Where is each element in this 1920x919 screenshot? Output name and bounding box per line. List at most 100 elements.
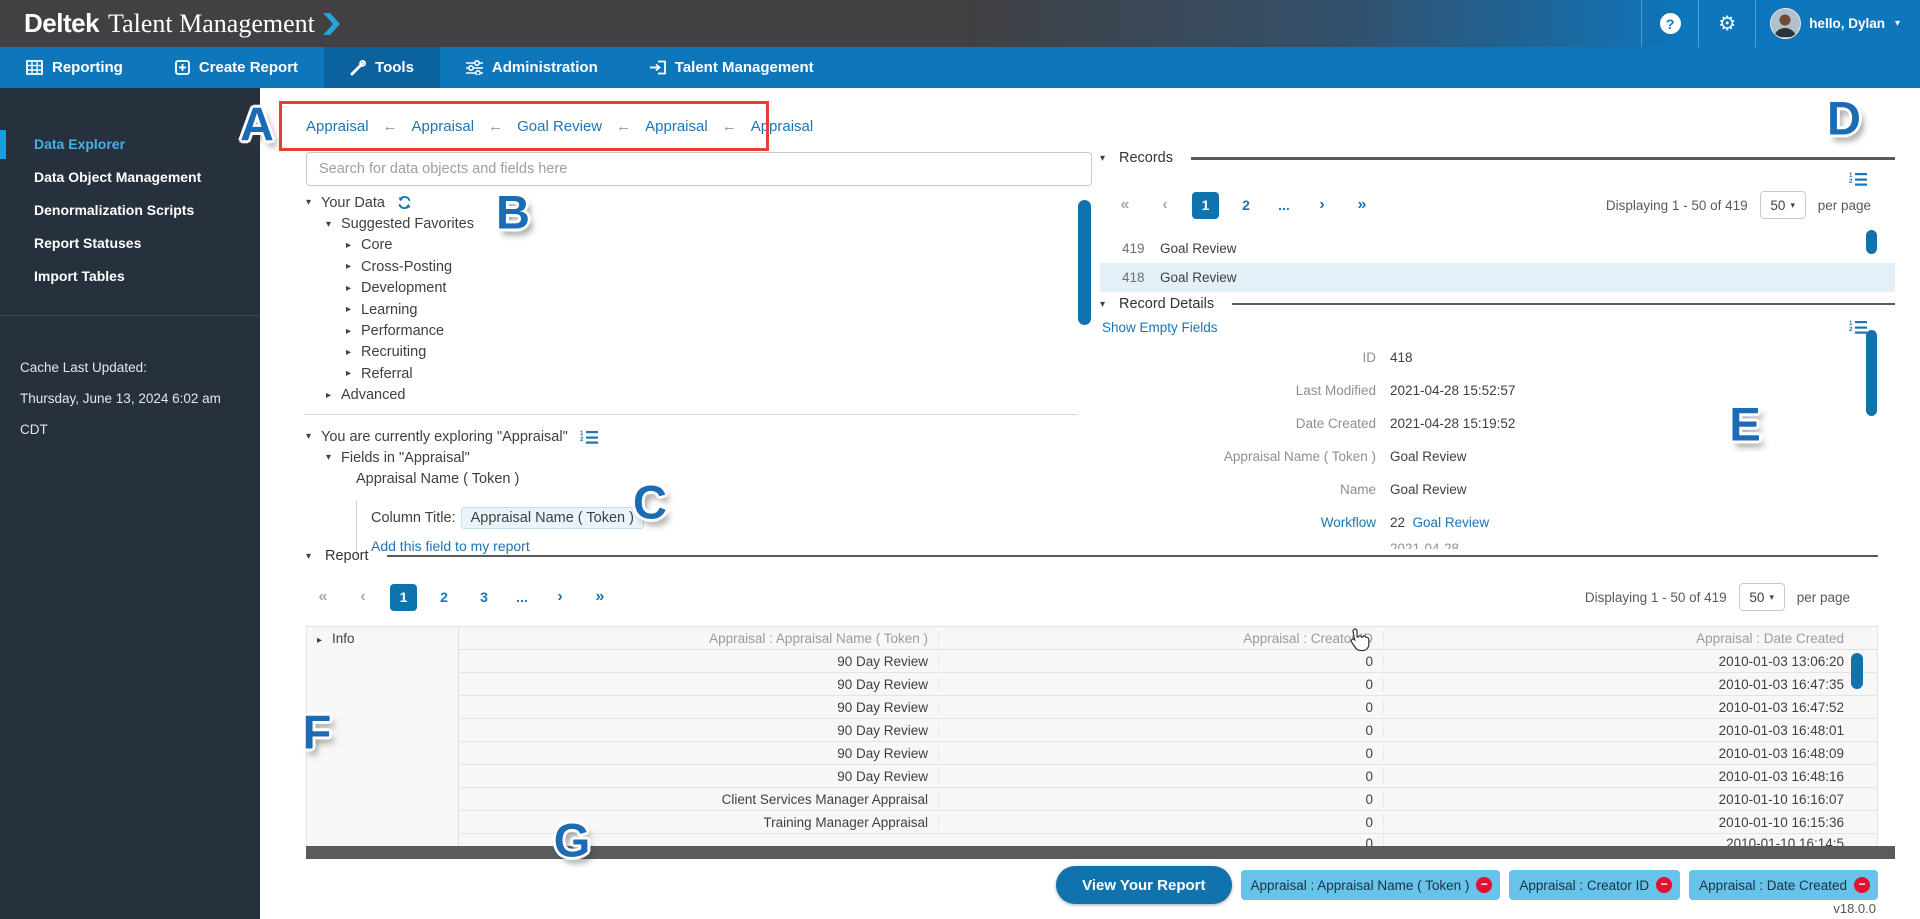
tree-node-performance[interactable]: ▸Performance [306, 320, 474, 341]
pagination-next-icon[interactable]: › [1309, 196, 1335, 214]
column-header[interactable]: Appraisal : Appraisal Name ( Token ) [459, 631, 939, 646]
record-details-header[interactable]: ▾ Record Details [1100, 295, 1895, 313]
tree-node-development[interactable]: ▸Development [306, 278, 474, 299]
pagination-page-current[interactable]: 1 [390, 584, 417, 611]
record-details-fields: ID 418 Last Modified 2021-04-28 15:52:57… [1100, 341, 1895, 549]
cell: 0 [939, 792, 1384, 807]
view-your-report-button[interactable]: View Your Report [1056, 866, 1231, 904]
remove-field-icon[interactable]: − [1854, 877, 1870, 893]
exploring-header[interactable]: ▾ You are currently exploring "Appraisal… [306, 426, 644, 447]
tree-node-suggested-favorites[interactable]: ▾Suggested Favorites [306, 213, 474, 234]
tree-node-recruiting[interactable]: ▸Recruiting [306, 342, 474, 363]
detail-value: Goal Review [1390, 440, 1467, 473]
table-row[interactable]: 90 Day Review02010-01-03 16:48:16 [459, 765, 1877, 788]
cache-label: Cache Last Updated: [20, 352, 240, 383]
table-row[interactable]: 90 Day Review02010-01-03 13:06:20 [459, 650, 1877, 673]
sidebar-item-label: Import Tables [34, 268, 125, 284]
nav-item-create-report[interactable]: Create Report [149, 47, 324, 88]
field-chip[interactable]: Appraisal : Appraisal Name ( Token ) − [1241, 870, 1501, 900]
nav-item-administration[interactable]: Administration [440, 47, 624, 88]
cell: 0 [939, 700, 1384, 715]
column-title-value[interactable]: Appraisal Name ( Token ) [461, 507, 644, 529]
pagination-next-icon[interactable]: › [547, 588, 573, 606]
pagination-page-current[interactable]: 1 [1192, 192, 1219, 219]
sidebar-item-import-tables[interactable]: Import Tables [0, 260, 260, 293]
column-header[interactable]: Appraisal : Creator ID [939, 631, 1384, 646]
sidebar-item-data-explorer[interactable]: Data Explorer [0, 128, 260, 161]
record-details-scrollbar[interactable] [1866, 330, 1877, 416]
list-icon[interactable]: 12 [1849, 172, 1867, 189]
field-chip[interactable]: Appraisal : Date Created − [1689, 870, 1878, 900]
sidebar-item-label: Report Statuses [34, 235, 141, 251]
cell: Training Manager Appraisal [459, 815, 939, 830]
refresh-icon[interactable] [397, 195, 412, 210]
records-per-page-select[interactable]: 50▾ [1760, 191, 1806, 219]
sidebar-item-data-object-management[interactable]: Data Object Management [0, 161, 260, 194]
cell: 90 Day Review [459, 700, 939, 715]
pagination-first-icon[interactable]: « [310, 588, 336, 606]
table-row[interactable]: 90 Day Review02010-01-03 16:48:01 [459, 719, 1877, 742]
fields-header[interactable]: ▾ Fields in "Appraisal" [326, 447, 644, 468]
list-icon[interactable]: 12 [1849, 320, 1867, 337]
remove-field-icon[interactable]: − [1656, 877, 1672, 893]
pagination-page[interactable]: 2 [1233, 197, 1259, 213]
tree-node-cross-posting[interactable]: ▸Cross-Posting [306, 256, 474, 277]
column-header[interactable]: Appraisal : Date Created [1384, 631, 1854, 646]
tree-node-advanced[interactable]: ▸Advanced [306, 385, 474, 406]
table-row[interactable]: 90 Day Review02010-01-03 16:47:52 [459, 696, 1877, 719]
pagination-last-icon[interactable]: » [587, 588, 613, 606]
table-row[interactable]: Client Services Manager Appraisal02010-0… [459, 788, 1877, 811]
table-row[interactable]: Training Manager Appraisal02010-01-10 16… [459, 811, 1877, 834]
field-chip[interactable]: Appraisal : Creator ID − [1509, 870, 1680, 900]
records-scrollbar[interactable] [1078, 200, 1091, 325]
search-input[interactable] [306, 152, 1092, 186]
report-header[interactable]: ▾ Report [306, 548, 1878, 564]
tree-node-your-data[interactable]: ▾ Your Data [306, 192, 474, 213]
show-empty-fields-link[interactable]: Show Empty Fields [1102, 320, 1218, 337]
report-per-page-select[interactable]: 50▾ [1739, 583, 1785, 611]
cell: 0 [939, 769, 1384, 784]
caret-down-icon: ▾ [1100, 153, 1115, 164]
workflow-label[interactable]: Workflow [1100, 506, 1390, 539]
user-menu[interactable]: hello, Dylan ▾ [1756, 8, 1920, 39]
nav-item-talent-management[interactable]: Talent Management [624, 47, 840, 88]
sidebar-item-denormalization-scripts[interactable]: Denormalization Scripts [0, 194, 260, 227]
tree-node-core[interactable]: ▸Core [306, 235, 474, 256]
workflow-link[interactable]: Goal Review [1413, 515, 1490, 530]
pagination-page[interactable]: 2 [431, 589, 457, 605]
sidebar-item-report-statuses[interactable]: Report Statuses [0, 227, 260, 260]
help-button[interactable]: ? [1642, 13, 1698, 34]
caret-right-icon: ▸ [346, 326, 361, 337]
detail-value: 2021-04-28 [1390, 539, 1459, 549]
svg-text:2: 2 [1849, 179, 1853, 185]
chip-label: Appraisal : Creator ID [1519, 878, 1649, 893]
records-list-scrollbar[interactable] [1866, 230, 1877, 254]
record-name: Goal Review [1160, 270, 1237, 285]
records-header[interactable]: ▾ Records [1100, 150, 1895, 166]
settings-button[interactable]: ⚙ [1699, 14, 1755, 34]
cell: 2010-01-10 16:14:5 [1384, 834, 1854, 846]
nav-item-tools[interactable]: Tools [324, 47, 440, 88]
pagination-prev-icon[interactable]: ‹ [1152, 196, 1178, 214]
tree-label: Suggested Favorites [341, 216, 474, 232]
report-table-scrollbar[interactable] [1851, 653, 1863, 689]
horizontal-scrollbar[interactable] [306, 846, 1895, 859]
pagination-last-icon[interactable]: » [1349, 196, 1375, 214]
pagination-prev-icon[interactable]: ‹ [350, 588, 376, 606]
record-row[interactable]: 419 Goal Review [1100, 234, 1895, 263]
caret-down-icon: ▾ [326, 452, 341, 463]
pagination-first-icon[interactable]: « [1112, 196, 1138, 214]
tree-node-learning[interactable]: ▸Learning [306, 299, 474, 320]
annotation-letter-d: D [1827, 91, 1861, 146]
table-row[interactable]: 90 Day Review02010-01-03 16:48:09 [459, 742, 1877, 765]
pagination-page[interactable]: 3 [471, 589, 497, 605]
record-row-selected[interactable]: 418 Goal Review [1100, 263, 1895, 292]
field-item[interactable]: Appraisal Name ( Token ) [356, 468, 644, 489]
detail-label: Last Modified [1100, 374, 1390, 407]
tree-node-referral[interactable]: ▸Referral [306, 363, 474, 384]
list-icon[interactable]: 12 [580, 430, 598, 444]
table-row[interactable]: 90 Day Review02010-01-03 16:47:35 [459, 673, 1877, 696]
table-row-clipped[interactable]: 02010-01-10 16:14:5 [459, 834, 1877, 846]
nav-item-reporting[interactable]: Reporting [0, 47, 149, 88]
remove-field-icon[interactable]: − [1476, 877, 1492, 893]
